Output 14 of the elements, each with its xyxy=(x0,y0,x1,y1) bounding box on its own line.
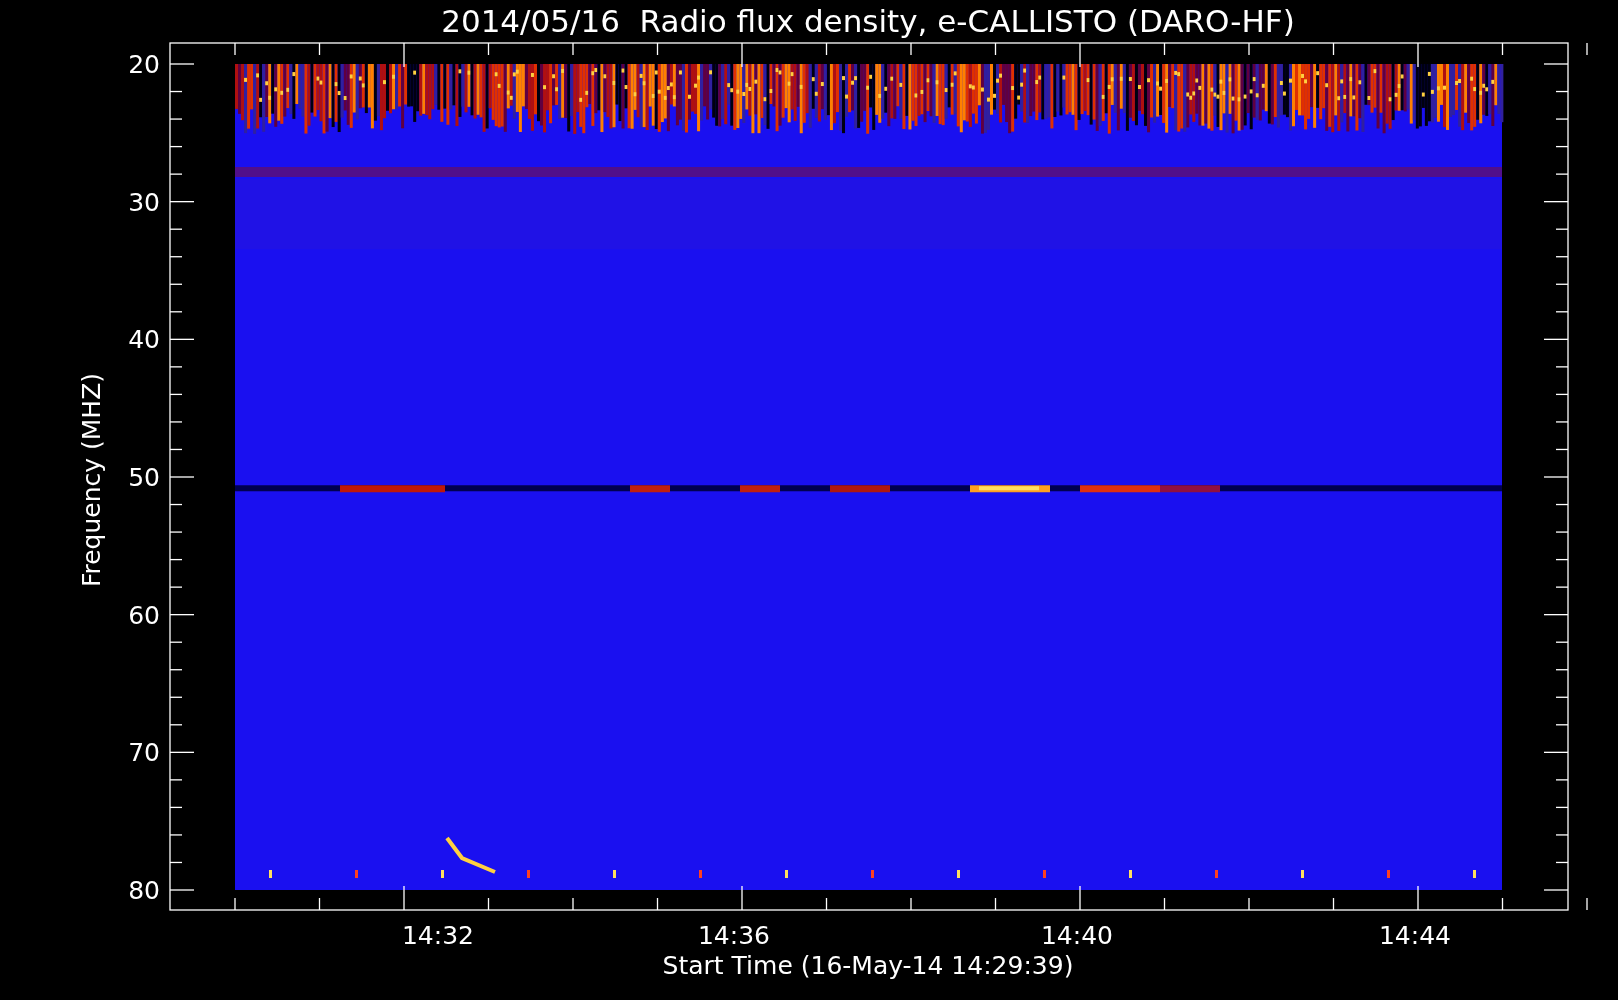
x-tick-label: 14:40 xyxy=(1041,921,1113,950)
chart-title: 2014/05/16 Radio flux density, e-CALLISTO (DARO-HF) xyxy=(441,3,1295,39)
y-tick-label: 80 xyxy=(128,876,160,905)
y-tick-label: 60 xyxy=(128,600,160,630)
y-tick-label: 50 xyxy=(128,463,160,492)
x-tick-label: 14:32 xyxy=(402,921,474,950)
x-tick-label: 14:44 xyxy=(1379,921,1451,950)
y-axis-label: Frequency (MHZ) xyxy=(77,372,106,588)
y-tick-label: 70 xyxy=(128,738,160,768)
x-tick-label: 14:36 xyxy=(698,921,770,950)
x-axis-label: Start Time (16-May-14 14:29:39) xyxy=(662,951,1074,980)
y-tick-label: 30 xyxy=(128,187,160,217)
y-tick-label: 20 xyxy=(128,50,160,79)
y-tick-label: 40 xyxy=(128,325,160,355)
